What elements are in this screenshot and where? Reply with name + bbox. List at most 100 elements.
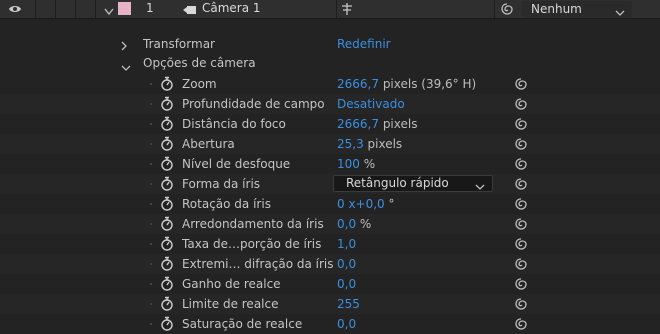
stopwatch-icon[interactable] [160, 216, 174, 234]
row-indent-dot [150, 163, 152, 165]
property-label: Distância do foco [182, 117, 286, 131]
property-value[interactable]: 0,0 [337, 257, 356, 271]
property-value-unit: pixels [363, 137, 403, 151]
property-row-iris-roundness[interactable]: Arredondamento da íris 0,0 % [0, 214, 660, 234]
parent-dropdown[interactable]: Nenhum [522, 1, 632, 17]
property-row-iris-shape[interactable]: Forma da íris [0, 174, 660, 194]
row-indent-dot [150, 183, 152, 185]
property-value[interactable]: Desativado [337, 97, 405, 111]
stopwatch-icon[interactable] [160, 296, 174, 314]
transform-switch-icon[interactable] [340, 2, 354, 19]
expression-pickwhip-icon[interactable] [514, 257, 528, 274]
property-value-number[interactable]: 2666,7 [337, 117, 379, 131]
expression-pickwhip-icon[interactable] [514, 117, 528, 134]
property-label: Limite de realce [182, 297, 279, 311]
stopwatch-icon[interactable] [160, 116, 174, 134]
timeline-panel: 1 Câmera 1 Nenhum Transformar Redefinir [0, 0, 660, 331]
property-value-number[interactable]: 0,0 [337, 277, 356, 291]
parent-dropdown-value: Nenhum [531, 2, 582, 16]
expression-pickwhip-icon[interactable] [514, 137, 528, 154]
stopwatch-icon[interactable] [160, 236, 174, 254]
property-row-iris-rotation[interactable]: Rotação da íris 0 x+0,0 ° [0, 194, 660, 214]
property-value[interactable]: 2666,7 pixels (39,6° H) [337, 77, 476, 91]
property-row-focus-distance[interactable]: Distância do foco 2666,7 pixels [0, 114, 660, 134]
property-value-number[interactable]: 1,0 [337, 237, 356, 251]
row-indent-dot [150, 263, 152, 265]
property-value[interactable]: 0 x+0,0 ° [337, 197, 395, 211]
row-indent-dot [150, 243, 152, 245]
property-value-unit: ° [384, 197, 395, 211]
stopwatch-icon[interactable] [160, 176, 174, 194]
expression-pickwhip-icon[interactable] [514, 317, 528, 334]
stopwatch-icon[interactable] [160, 276, 174, 294]
layer-name[interactable]: Câmera 1 [202, 1, 261, 15]
property-row-iris-diffraction-fringe[interactable]: Extremi… difração da íris 0,0 [0, 254, 660, 274]
property-label: Abertura [182, 137, 235, 151]
row-indent-dot [150, 223, 152, 225]
property-row-highlight-saturation[interactable]: Saturação de realce 0,0 [0, 314, 660, 334]
property-value[interactable]: 0,0 [337, 317, 356, 331]
stopwatch-icon[interactable] [160, 196, 174, 214]
property-value-number[interactable]: 25,3 [337, 137, 364, 151]
property-row-blur-level[interactable]: Nível de desfoque 100 % [0, 154, 660, 174]
property-value[interactable]: 25,3 pixels [337, 137, 402, 151]
row-indent-dot [150, 323, 152, 325]
stopwatch-icon[interactable] [160, 316, 174, 334]
expression-pickwhip-icon[interactable] [514, 237, 528, 254]
property-value[interactable]: 1,0 [337, 237, 356, 251]
property-value-number[interactable]: 255 [337, 297, 360, 311]
eye-icon[interactable] [6, 2, 24, 16]
reset-transform-link[interactable]: Redefinir [337, 37, 391, 51]
property-value[interactable]: 100 % [337, 157, 375, 171]
group-camera-options-row[interactable]: Opções de câmera [0, 54, 660, 74]
property-label: Zoom [182, 77, 217, 91]
expression-pickwhip-icon[interactable] [514, 177, 528, 194]
property-row-depth-of-field[interactable]: Profundidade de campo Desativado [0, 94, 660, 114]
property-value[interactable]: 0,0 % [337, 217, 371, 231]
property-value[interactable]: 0,0 [337, 277, 356, 291]
property-row-aperture[interactable]: Abertura 25,3 pixels [0, 134, 660, 154]
group-transform-row[interactable]: Transformar Redefinir [0, 35, 660, 55]
property-value-number[interactable]: 0,0 [337, 217, 356, 231]
expression-pickwhip-icon[interactable] [514, 97, 528, 114]
property-value-number[interactable]: 0,0 [337, 257, 356, 271]
group-camera-options-label: Opções de câmera [143, 56, 256, 70]
stopwatch-icon[interactable] [160, 76, 174, 94]
pickwhip-icon[interactable] [500, 2, 514, 19]
property-row-zoom[interactable]: Zoom 2666,7 pixels (39,6° H) [0, 74, 660, 94]
chevron-right-icon[interactable] [121, 40, 128, 54]
expression-pickwhip-icon[interactable] [514, 157, 528, 174]
property-value-unit: % [356, 217, 372, 231]
stopwatch-icon[interactable] [160, 96, 174, 114]
expression-pickwhip-icon[interactable] [514, 197, 528, 214]
expression-pickwhip-icon[interactable] [514, 77, 528, 94]
property-value[interactable]: 2666,7 pixels [337, 117, 417, 131]
stopwatch-icon[interactable] [160, 136, 174, 154]
iris-shape-dropdown[interactable]: Retângulo rápido [333, 175, 493, 192]
chevron-down-icon[interactable] [121, 61, 131, 75]
property-label: Profundidade de campo [182, 97, 325, 111]
chevron-down-icon [475, 180, 485, 194]
property-label: Saturação de realce [182, 317, 303, 331]
row-indent-dot [150, 283, 152, 285]
property-value[interactable]: 255 [337, 297, 360, 311]
property-value-number[interactable]: 100 [337, 157, 360, 171]
property-value-number[interactable]: 2666,7 [337, 77, 379, 91]
property-row-highlight-threshold[interactable]: Limite de realce 255 [0, 294, 660, 314]
property-row-highlight-gain[interactable]: Ganho de realce 0,0 [0, 274, 660, 294]
layer-label-color-swatch[interactable] [118, 2, 131, 15]
property-value-number[interactable]: 0,0 [337, 317, 356, 331]
chevron-down-icon [615, 6, 625, 20]
layer-row[interactable]: 1 Câmera 1 Nenhum [0, 0, 660, 19]
row-indent-dot [150, 103, 152, 105]
property-value-number[interactable]: 0 x+0,0 [337, 197, 385, 211]
property-label: Extremi… difração da íris [182, 257, 334, 271]
property-value-number[interactable]: Desativado [337, 97, 405, 111]
expression-pickwhip-icon[interactable] [514, 217, 528, 234]
stopwatch-icon[interactable] [160, 256, 174, 274]
layer-expand-chevron-icon[interactable] [104, 5, 114, 19]
expression-pickwhip-icon[interactable] [514, 297, 528, 314]
stopwatch-icon[interactable] [160, 156, 174, 174]
expression-pickwhip-icon[interactable] [514, 277, 528, 294]
property-row-iris-aspect-ratio[interactable]: Taxa de…porção de íris 1,0 [0, 234, 660, 254]
